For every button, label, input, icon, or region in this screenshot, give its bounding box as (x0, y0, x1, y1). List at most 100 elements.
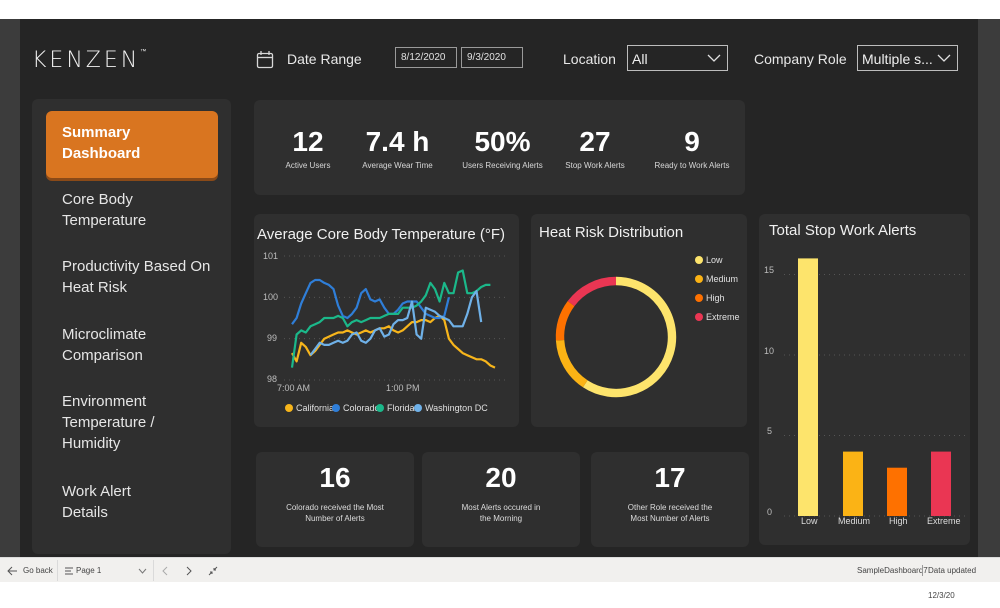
legend-dot (695, 256, 703, 264)
location-label: Location (563, 51, 616, 67)
kenzen-logo: KENZEN™ (32, 48, 147, 73)
kpi-value: 7.4 h (365, 126, 430, 157)
kpi-average-wear-time: 7.4 h Average Wear Time (355, 126, 440, 170)
divider (57, 560, 58, 581)
legend-high[interactable]: High (695, 293, 725, 303)
next-page-icon[interactable] (186, 566, 192, 576)
bar-low (798, 258, 818, 516)
legend-dot (285, 404, 293, 412)
legend-colorado[interactable]: Colorado (332, 403, 380, 413)
legend-extreme[interactable]: Extreme (695, 312, 740, 322)
bar-chart (784, 258, 969, 517)
y-tick-label: 99 (267, 333, 278, 343)
kpi-value: 9 (684, 126, 700, 157)
data-updated-status: Data updated 12/3/20 (928, 566, 977, 600)
y-tick-label: 10 (764, 346, 775, 356)
legend-label: Colorado (343, 403, 380, 413)
kpi-label: Users Receiving Alerts (462, 161, 543, 170)
kpi-users-receiving-alerts: 50% Users Receiving Alerts (455, 126, 550, 170)
line-chart (284, 255, 509, 381)
insight-morning: 20 Most Alerts occured in the Morning (422, 462, 580, 524)
legend-dot (414, 404, 422, 412)
y-tick-label: 0 (767, 507, 773, 517)
report-footer: Go back Page 1 SampleDashboard7 Data upd… (0, 557, 1000, 600)
company-role-value: Multiple s... (862, 51, 933, 67)
x-tick-label: 7:00 AM (277, 383, 311, 393)
x-tick-label: 1:00 PM (386, 383, 420, 393)
legend-label: Extreme (706, 312, 740, 322)
x-tick-label: Low (801, 516, 818, 526)
legend-low[interactable]: Low (695, 255, 723, 265)
date-start-input[interactable]: 8/12/2020 (395, 47, 457, 68)
donut-slice-low (582, 276, 677, 398)
chevron-down-icon (707, 54, 721, 62)
chevron-down-icon (937, 54, 951, 62)
bar-medium (843, 451, 863, 516)
legend-dot (695, 275, 703, 283)
legend-label: Low (706, 255, 723, 265)
company-role-select[interactable]: Multiple s... (857, 45, 958, 71)
sidebar-item-summary-dashboard[interactable]: Summary Dashboard (46, 111, 218, 178)
kpi-value: 50% (474, 126, 531, 157)
insight-label: Other Role received the Most Number of A… (627, 503, 713, 523)
kpi-label: Ready to Work Alerts (654, 161, 730, 170)
insight-value: 16 (319, 462, 351, 493)
go-back-button[interactable]: Go back (23, 558, 53, 583)
legend-label: High (706, 293, 725, 303)
fit-to-page-icon[interactable] (208, 566, 218, 576)
insight-other-role: 17 Other Role received the Most Number o… (591, 462, 749, 524)
left-scroll-edge (0, 19, 20, 557)
series-line-florida (290, 269, 491, 368)
location-select[interactable]: All (627, 45, 728, 71)
legend-label: Florida (387, 403, 415, 413)
y-tick-label: 100 (263, 292, 279, 302)
page-select[interactable]: Page 1 (76, 558, 101, 583)
legend-florida[interactable]: Florida (376, 403, 415, 413)
sidebar-item-work-alert-details[interactable]: Work Alert Details (62, 481, 162, 523)
legend-label: Medium (706, 274, 739, 284)
y-tick-label: 101 (263, 251, 279, 261)
date-end-input[interactable]: 9/3/2020 (461, 47, 523, 68)
divider (153, 560, 154, 581)
kpi-label: Average Wear Time (362, 161, 433, 170)
donut-slice-extreme (567, 276, 617, 307)
legend-dot (695, 313, 703, 321)
chevron-down-icon[interactable] (138, 568, 147, 574)
company-role-label: Company Role (754, 51, 847, 67)
donut-slice-medium (555, 339, 588, 388)
x-tick-label: Medium (838, 516, 871, 526)
bar-extreme (931, 451, 951, 516)
sidebar-item-microclimate[interactable]: Microclimate Comparison (62, 324, 172, 366)
kpi-stop-work-alerts: 27 Stop Work Alerts (555, 126, 635, 170)
sidebar-item-label: Summary Dashboard (62, 124, 141, 162)
insight-colorado: 16 Colorado received the Most Number of … (256, 462, 414, 524)
arrow-left-icon (7, 566, 17, 576)
insight-value: 17 (654, 462, 686, 493)
legend-dot (332, 404, 340, 412)
report-name: SampleDashboard7 (857, 566, 928, 575)
insight-label: Most Alerts occured in the Morning (461, 503, 541, 523)
legend-dot (695, 294, 703, 302)
y-tick-label: 15 (764, 265, 775, 275)
legend-medium[interactable]: Medium (695, 274, 738, 284)
date-range-label: Date Range (287, 51, 362, 67)
x-tick-label: Extreme (927, 516, 961, 526)
y-tick-label: 98 (267, 374, 278, 384)
right-scroll-edge (978, 19, 1000, 557)
legend-washington-dc[interactable]: Washington DC (414, 403, 488, 413)
legend-dot (376, 404, 384, 412)
page-list-icon (65, 567, 73, 575)
bar-high (887, 467, 907, 516)
sidebar-item-environment[interactable]: Environment Temperature / Humidity (62, 391, 182, 454)
sidebar-item-productivity[interactable]: Productivity Based On Heat Risk (62, 256, 212, 298)
legend-california[interactable]: California (285, 403, 334, 413)
legend-label: Washington DC (425, 403, 488, 413)
x-tick-label: High (889, 516, 908, 526)
legend-label: California (296, 403, 335, 413)
previous-page-icon[interactable] (162, 566, 168, 576)
sidebar-item-core-body-temperature[interactable]: Core Body Temperature (62, 189, 182, 231)
kpi-label: Stop Work Alerts (565, 161, 625, 170)
kpi-label: Active Users (285, 161, 331, 170)
kpi-value: 27 (579, 126, 611, 157)
calendar-icon (256, 51, 274, 69)
